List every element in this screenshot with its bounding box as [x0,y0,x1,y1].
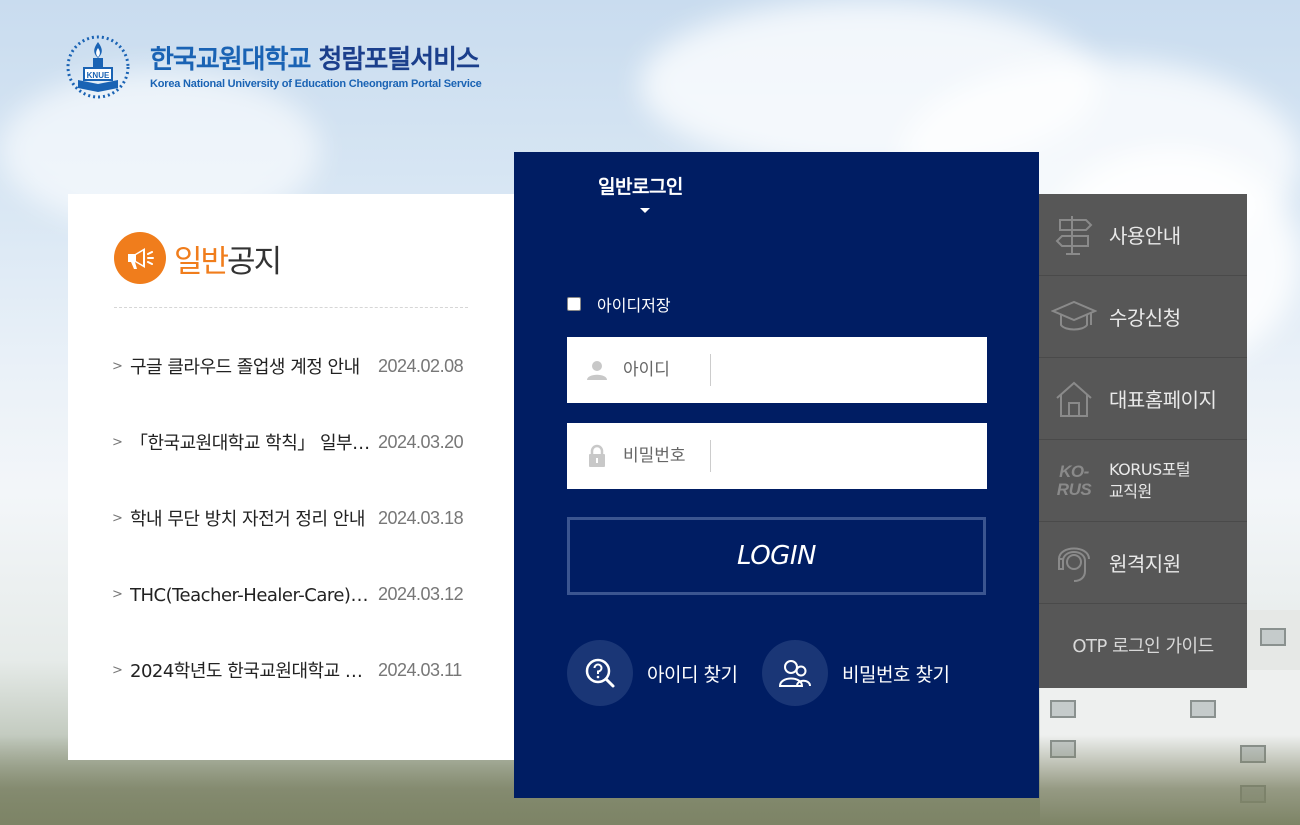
tab-general-login[interactable]: 일반로그인 [598,172,683,199]
notice-item[interactable]: > 구글 클라우드 졸업생 계정 안내 2024.02.08 [112,328,472,404]
password-input[interactable] [711,423,987,489]
save-id-checkbox[interactable]: 아이디저장 [567,292,671,316]
login-button[interactable]: LOGIN [567,517,986,595]
notice-list: > 구글 클라우드 졸업생 계정 안내 2024.02.08 > 「한국교원대학… [112,328,472,708]
checkbox-box[interactable] [567,297,581,311]
korus-icon-line2: RUS [1056,479,1092,499]
notice-item[interactable]: > THC(Teacher-Healer-Care) 프로그램 2024.03.… [112,556,472,632]
chevron-right-icon: > [112,510,123,526]
headset-icon [1039,541,1109,585]
notice-item-date: 2024.03.20 [378,431,464,452]
notice-title-highlight: 일반 [174,243,229,280]
logo-subtitle: Korea National University of Education C… [150,78,482,90]
find-password-button[interactable]: 비밀번호 찾기 [762,640,950,706]
logo-title-service: 청람포털서비스 [318,45,480,75]
notice-item-title[interactable]: 구글 클라우드 졸업생 계정 안내 [130,353,372,379]
menu-course-registration-label: 수강신청 [1109,306,1181,330]
notice-item-title[interactable]: 「한국교원대학교 학칙」 일부개정 [130,429,372,455]
menu-korus-portal[interactable]: KO- RUS KORUS포털 교직원 [1039,440,1247,522]
notice-item-date: 2024.03.18 [378,507,464,528]
notice-item[interactable]: > 2024학년도 한국교원대학교 안내 2024.03.11 [112,632,472,708]
korus-line1: KORUS포털 [1109,459,1191,479]
notice-item-title[interactable]: 2024학년도 한국교원대학교 안내 [130,657,372,683]
menu-course-registration[interactable]: 수강신청 [1039,276,1247,358]
notice-header: 일반공지 [114,232,282,284]
password-field[interactable]: 비밀번호 [567,423,987,489]
menu-remote-support-label: 원격지원 [1109,552,1181,576]
chevron-right-icon: > [112,434,123,450]
menu-usage-guide-label: 사용안내 [1109,224,1181,248]
password-label: 비밀번호 [623,440,711,472]
notice-title-rest: 공지 [227,243,282,280]
find-id-label: 아이디 찾기 [647,663,738,686]
logo-title: 한국교원대학교 청람포털서비스 [150,44,482,76]
menu-otp-guide[interactable]: OTP 로그인 가이드 [1039,604,1247,686]
find-id-button[interactable]: 아이디 찾기 [567,640,738,706]
save-id-label: 아이디저장 [597,296,671,315]
notice-item-date: 2024.03.11 [378,659,462,680]
notice-title: 일반공지 [174,236,282,281]
id-field[interactable]: 아이디 [567,337,987,403]
notice-item-date: 2024.02.08 [378,355,464,376]
user-icon [571,359,623,381]
id-input[interactable] [711,337,987,403]
notice-divider [114,307,468,308]
notice-item-date: 2024.03.12 [378,583,464,604]
notice-item-title[interactable]: THC(Teacher-Healer-Care) 프로그램 [130,581,372,607]
korus-line2: 교직원 [1109,481,1152,501]
chevron-right-icon: > [112,586,123,602]
korus-logo-icon: KO- RUS [1039,461,1109,499]
chevron-right-icon: > [112,662,123,678]
menu-korus-label: KORUS포털 교직원 [1109,459,1191,503]
lock-icon [571,444,623,468]
notice-item[interactable]: > 「한국교원대학교 학칙」 일부개정 2024.03.20 [112,404,472,480]
home-icon [1039,379,1109,419]
logo-title-main: 한국교원대학교 [150,45,311,75]
users-icon [762,640,828,706]
notice-item-title[interactable]: 학내 무단 방치 자전거 정리 안내 [130,505,372,531]
id-label: 아이디 [623,354,711,386]
chevron-right-icon: > [112,358,123,374]
caret-down-icon [640,208,650,213]
menu-homepage[interactable]: 대표홈페이지 [1039,358,1247,440]
signpost-icon [1039,214,1109,256]
knue-emblem-icon: KNUE [62,34,134,100]
graduation-cap-icon [1039,299,1109,335]
site-logo[interactable]: KNUE 한국교원대학교 청람포털서비스 Korea National Univ… [62,34,482,100]
search-question-icon [567,640,633,706]
megaphone-icon [114,232,166,284]
menu-usage-guide[interactable]: 사용안내 [1039,194,1247,276]
notice-panel: 일반공지 > 구글 클라우드 졸업생 계정 안내 2024.02.08 > 「한… [68,194,514,760]
find-password-label: 비밀번호 찾기 [842,663,950,686]
notice-item[interactable]: > 학내 무단 방치 자전거 정리 안내 2024.03.18 [112,480,472,556]
menu-homepage-label: 대표홈페이지 [1109,388,1217,412]
login-panel: 일반로그인 아이디저장 아이디 비밀번호 LOGIN 아이디 찾기 비밀번호 찾… [514,152,1039,798]
svg-text:KNUE: KNUE [87,71,110,80]
menu-remote-support[interactable]: 원격지원 [1039,522,1247,604]
quick-menu: 사용안내 수강신청 대표홈페이지 KO- RUS KORUS포털 교직원 원격지… [1039,194,1247,688]
korus-icon-line1: KO- [1059,461,1089,481]
